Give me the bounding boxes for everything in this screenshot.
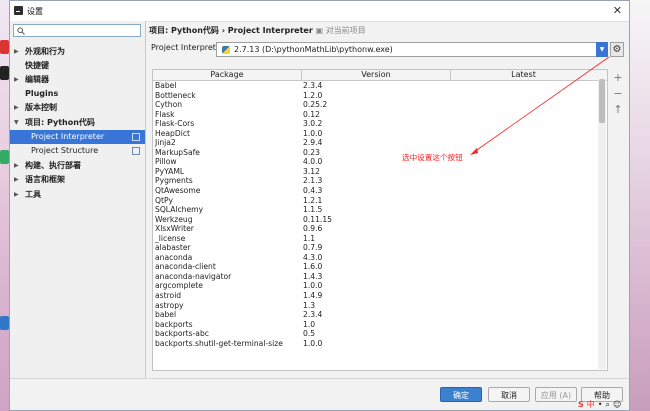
ime-indicator[interactable]: 中: [587, 399, 595, 410]
search-icon[interactable]: ⌕: [605, 400, 609, 410]
sogou-icon[interactable]: S: [578, 400, 584, 409]
annotation-arrow: [470, 56, 610, 155]
punctuation-icon[interactable]: •: [598, 400, 603, 409]
system-tray: S 中 • ⌕ ☺: [578, 398, 650, 411]
emoji-icon[interactable]: ☺: [613, 400, 621, 409]
